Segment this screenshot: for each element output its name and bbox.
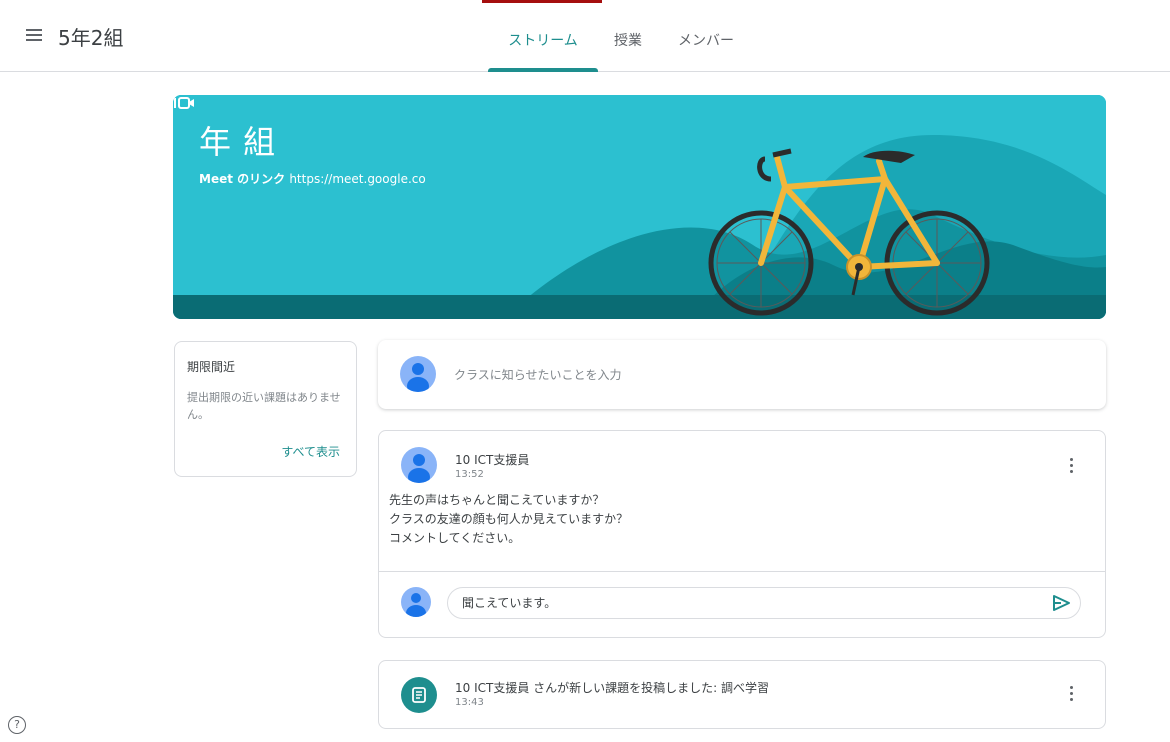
assignment-icon <box>401 677 437 713</box>
post-body: 先生の声はちゃんと聞こえていますか？ クラスの友達の顔も何人か見えていますか？ … <box>389 491 628 548</box>
assignment-title: 10 ICT支援員 さんが新しい課題を投稿しました: 調べ学習 <box>455 681 770 695</box>
meet-link: Meet のリンク https://meet.google.co <box>199 170 426 187</box>
bicycle-illustration <box>173 95 1106 319</box>
video-camera-icon[interactable] <box>173 95 195 111</box>
meet-url[interactable]: https://meet.google.co <box>289 172 425 186</box>
post-line: コメントしてください。 <box>389 531 521 545</box>
post-author: 10 ICT支援員 <box>455 453 530 467</box>
tab-people[interactable]: メンバー <box>678 0 748 72</box>
post-line: 先生の声はちゃんと聞こえていますか？ <box>389 493 605 507</box>
divider <box>379 571 1105 572</box>
tab-classwork[interactable]: 授業 <box>614 0 654 72</box>
more-options-icon[interactable] <box>1061 455 1081 479</box>
hamburger-menu-icon[interactable] <box>20 26 48 48</box>
more-options-icon[interactable] <box>1061 683 1081 707</box>
class-banner: 年 組 Meet のリンク https://meet.google.co <box>173 95 1106 319</box>
assignment-time: 13:43 <box>455 697 484 708</box>
post-line: クラスの友達の顔も何人か見えていますか？ <box>389 512 629 526</box>
avatar <box>401 587 431 617</box>
banner-title: 年 組 <box>199 123 277 161</box>
class-title[interactable]: 5年2組 <box>58 22 123 51</box>
post-time: 13:52 <box>455 469 484 480</box>
meet-label: Meet のリンク <box>199 172 286 186</box>
avatar <box>400 356 436 392</box>
top-app-bar: 5年2組 ストリーム 授業 メンバー <box>0 0 1170 72</box>
comment-input[interactable]: 聞こえています。 <box>447 587 1081 619</box>
send-icon[interactable] <box>1051 594 1071 612</box>
help-icon[interactable]: ? <box>8 716 26 734</box>
view-all-link[interactable]: すべて表示 <box>281 443 340 460</box>
stream-post: 10 ICT支援員 13:52 先生の声はちゃんと聞こえていますか？ クラスの友… <box>378 430 1106 638</box>
upcoming-title: 期限間近 <box>187 360 236 374</box>
tab-bar: ストリーム 授業 メンバー <box>488 0 748 72</box>
upcoming-text: 提出期限の近い課題はありません。 <box>187 391 341 421</box>
assignment-post[interactable]: 10 ICT支援員 さんが新しい課題を投稿しました: 調べ学習 13:43 <box>378 660 1106 729</box>
announce-box[interactable]: クラスに知らせたいことを入力 <box>378 340 1106 409</box>
avatar <box>401 447 437 483</box>
upcoming-card: 期限間近 提出期限の近い課題はありません。 すべて表示 <box>174 341 357 477</box>
tab-stream[interactable]: ストリーム <box>488 0 598 72</box>
announce-placeholder: クラスに知らせたいことを入力 <box>454 368 622 382</box>
